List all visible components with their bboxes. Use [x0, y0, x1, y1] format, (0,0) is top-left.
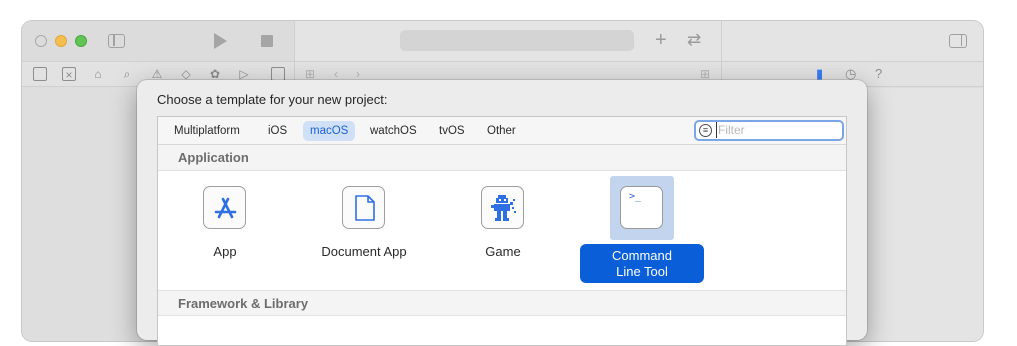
play-icon[interactable]: [214, 33, 227, 49]
test-icon[interactable]: ◇: [179, 67, 193, 81]
report-icon[interactable]: [271, 67, 285, 81]
tab-tvos[interactable]: tvOS: [432, 121, 472, 141]
template-label: Document App: [321, 244, 407, 259]
filter-icon: ≡: [699, 124, 712, 137]
document-icon: [342, 186, 385, 229]
template-command-line-tool[interactable]: >_ Command Line Tool: [580, 176, 704, 286]
help-icon[interactable]: ?: [875, 67, 882, 81]
terminal-icon: >_: [620, 186, 663, 229]
warning-icon[interactable]: ⚠: [150, 67, 164, 81]
back-icon[interactable]: ‹: [329, 67, 343, 81]
history-icon[interactable]: ◷: [845, 67, 856, 81]
tab-multiplatform[interactable]: Multiplatform: [167, 121, 247, 141]
inspector-toggle-icon[interactable]: [949, 34, 967, 48]
swap-icon[interactable]: ⇄: [687, 31, 701, 48]
hierarchy-icon[interactable]: ⌂: [91, 67, 105, 81]
debug-icon[interactable]: ✿: [208, 67, 222, 81]
source-control-icon[interactable]: ×: [62, 67, 76, 82]
minimize-button[interactable]: [55, 35, 67, 47]
file-inspector-icon[interactable]: ▮: [816, 67, 823, 81]
tab-watchos[interactable]: watchOS: [363, 121, 424, 141]
stop-icon[interactable]: [261, 35, 273, 47]
new-project-sheet: Choose a template for your new project: …: [137, 80, 867, 346]
folder-icon[interactable]: [33, 67, 47, 81]
grid-icon[interactable]: ⊞: [303, 67, 317, 81]
template-label: Command Line Tool: [580, 244, 704, 283]
template-game[interactable]: Game: [441, 178, 565, 286]
tab-macos[interactable]: macOS: [303, 121, 356, 141]
template-panel: Multiplatform iOS macOS watchOS tvOS Oth…: [157, 116, 847, 346]
template-label: Game: [485, 244, 521, 259]
sidebar-toggle-icon[interactable]: [108, 34, 125, 48]
section-header-framework-library: Framework & Library: [158, 290, 846, 316]
template-document-app[interactable]: Document App: [302, 178, 426, 286]
add-editor-icon[interactable]: ⊞: [698, 67, 712, 81]
forward-icon[interactable]: ›: [351, 67, 365, 81]
sheet-title: Choose a template for your new project:: [157, 92, 388, 107]
tab-other[interactable]: Other: [480, 121, 523, 141]
search-icon[interactable]: ⌕: [120, 67, 134, 81]
zoom-button[interactable]: [75, 35, 87, 47]
platform-tabs: Multiplatform iOS macOS watchOS tvOS Oth…: [158, 117, 846, 145]
filter-input[interactable]: [716, 122, 836, 138]
breakpoint-icon[interactable]: ▷: [237, 67, 251, 81]
filter-field[interactable]: ≡: [694, 120, 844, 141]
plus-icon[interactable]: +: [655, 30, 667, 50]
tab-ios[interactable]: iOS: [261, 121, 294, 141]
game-sprite-icon: [481, 186, 524, 229]
section-header-application: Application: [158, 145, 846, 171]
template-app[interactable]: App: [163, 178, 287, 286]
app-store-icon: [203, 186, 246, 229]
template-label: App: [213, 244, 237, 259]
activity-viewer: [400, 30, 634, 51]
close-button[interactable]: [35, 35, 47, 47]
title-bar: + ⇄: [22, 21, 983, 61]
